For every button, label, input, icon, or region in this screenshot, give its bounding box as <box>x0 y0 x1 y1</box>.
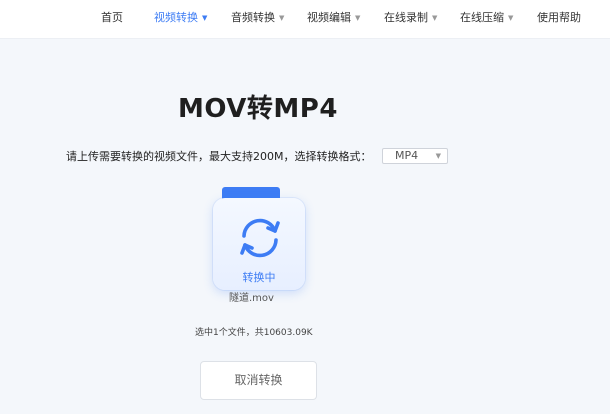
page: 首页 视频转换 ▼ 音频转换 ▼ 视频编辑 ▼ 在线录制 ▼ 在线压缩 ▼ 使用帮助 MO… <box>0 0 610 414</box>
nav-item-online-compress[interactable]: 在线压缩 ▼ <box>460 9 513 27</box>
nav-item-video-convert[interactable]: 视频转换 ▼ <box>154 9 207 27</box>
nav-item-audio-convert[interactable]: 音频转换 ▼ <box>231 9 284 27</box>
sync-icon <box>240 218 280 258</box>
nav-item-label: 在线压缩 <box>460 11 504 24</box>
format-select-value: MP4 <box>395 149 419 162</box>
upload-instruction: 请上传需要转换的视频文件，最大支持200M，选择转换格式： <box>66 150 372 163</box>
caret-down-icon: ▼ <box>355 14 361 22</box>
caret-down-icon: ▼ <box>279 14 285 22</box>
caret-down-icon: ▼ <box>202 14 208 22</box>
nav-item-label: 音频转换 <box>231 11 275 24</box>
chevron-down-icon: ▼ <box>435 152 441 160</box>
caret-down-icon: ▼ <box>432 14 438 22</box>
nav-item-label: 视频编辑 <box>307 11 351 24</box>
page-title: MOV转MP4 <box>178 94 338 124</box>
nav-item-label: 在线录制 <box>384 11 428 24</box>
nav-item-help[interactable]: 使用帮助 <box>537 9 581 27</box>
nav-item-label: 首页 <box>101 11 123 24</box>
nav-item-home[interactable]: 首页 <box>101 9 123 27</box>
file-card: 转换中 <box>213 198 305 290</box>
nav-item-label: 视频转换 <box>154 11 198 24</box>
format-select[interactable]: MP4 ▼ <box>382 148 448 164</box>
file-name: 隧道.mov <box>229 293 274 304</box>
conversion-status: 转换中 <box>242 271 276 284</box>
nav-item-online-record[interactable]: 在线录制 ▼ <box>384 9 437 27</box>
caret-down-icon: ▼ <box>508 14 514 22</box>
cancel-conversion-button[interactable]: 取消转换 <box>200 361 317 400</box>
file-summary: 选中1个文件，共10603.09K <box>195 328 313 338</box>
nav-item-label: 使用帮助 <box>537 11 581 24</box>
nav-item-video-edit[interactable]: 视频编辑 ▼ <box>307 9 360 27</box>
top-nav: 首页 视频转换 ▼ 音频转换 ▼ 视频编辑 ▼ 在线录制 ▼ 在线压缩 ▼ 使用帮助 <box>0 0 610 39</box>
